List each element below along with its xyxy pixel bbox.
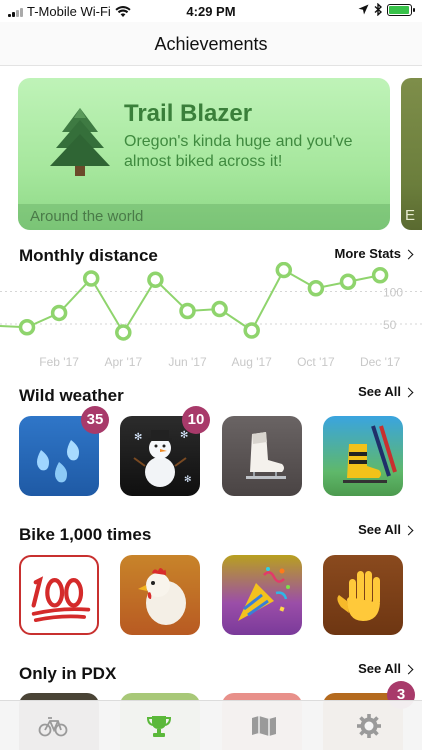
data-point <box>18 319 36 336</box>
svg-text:✻: ✻ <box>180 430 188 441</box>
ice-skate-icon <box>246 432 286 479</box>
tab-bar <box>0 700 422 750</box>
chicken-icon <box>138 568 186 625</box>
hero-title: Trail Blazer <box>124 100 253 127</box>
chevron-right-icon <box>403 525 414 535</box>
gear-icon <box>357 714 381 738</box>
pine-tree-icon <box>50 108 110 176</box>
hundred-points-icon <box>31 576 91 622</box>
bike-1000-title: Bike 1,000 times <box>19 525 152 544</box>
wild-weather-title: Wild weather <box>19 386 124 405</box>
x-tick-label: Aug '17 <box>232 355 273 369</box>
party-popper-tile[interactable] <box>222 555 302 635</box>
x-tick-label: Feb '17 <box>39 355 79 369</box>
hero-footer: Around the world <box>18 204 390 230</box>
see-all-label: See All <box>358 522 401 537</box>
hundred-points-tile[interactable] <box>19 555 99 635</box>
data-point <box>243 322 260 339</box>
chevron-right-icon <box>403 249 414 259</box>
hero-subtitle: Oregon's kinda huge and you've almost bi… <box>124 133 353 170</box>
chevron-right-icon <box>403 387 414 397</box>
status-bar: T-Mobile Wi-Fi 4:29 PM <box>0 0 422 22</box>
data-point <box>211 300 228 318</box>
tab-achievements[interactable] <box>143 711 175 741</box>
y-tick-label: 50 <box>383 318 397 332</box>
battery-icon <box>387 3 415 16</box>
see-all-label: See All <box>358 384 401 399</box>
data-point <box>371 267 389 284</box>
more-stats-label: More Stats <box>334 246 401 261</box>
x-tick-label: Oct '17 <box>297 355 335 369</box>
bluetooth-icon <box>374 3 382 16</box>
data-point <box>147 271 164 289</box>
data-point <box>275 262 293 279</box>
ski-boot-icon <box>343 425 397 483</box>
wild-weather-see-all[interactable]: See All <box>358 384 414 399</box>
bike-icon <box>38 717 68 737</box>
svg-text:✻: ✻ <box>184 474 192 484</box>
map-icon <box>252 716 276 736</box>
raised-hand-tile[interactable] <box>323 555 403 635</box>
x-tick-label: Apr '17 <box>104 355 142 369</box>
monthly-distance-chart: 100 50 Feb '17 Apr '17 Jun '17 Aug '17 Oct '17… <box>0 262 422 369</box>
badge-count: 10 <box>182 406 210 434</box>
party-popper-icon <box>238 567 290 621</box>
svg-text:✻: ✻ <box>134 432 142 443</box>
nav-bar: Achievements <box>0 22 422 66</box>
bike-1000-see-all[interactable]: See All <box>358 522 414 537</box>
badge-count: 35 <box>81 406 109 434</box>
hero-footer-label: Around the world <box>30 208 144 225</box>
raised-hand-icon <box>337 571 380 621</box>
page-title: Achievements <box>154 34 268 54</box>
data-point <box>179 302 196 320</box>
data-point <box>115 324 132 341</box>
next-card-label: E <box>405 207 416 224</box>
ice-skate-tile[interactable] <box>222 416 302 496</box>
location-arrow-icon <box>358 4 369 15</box>
tab-settings[interactable] <box>353 711 385 741</box>
data-point <box>307 280 325 297</box>
trophy-icon <box>146 716 172 737</box>
y-tick-label: 100 <box>383 286 403 300</box>
more-stats-link[interactable]: More Stats <box>334 246 414 261</box>
data-point <box>50 304 68 322</box>
chicken-tile[interactable] <box>120 555 200 635</box>
data-point <box>82 270 100 287</box>
status-right <box>358 3 415 16</box>
tab-rides[interactable] <box>37 711 69 741</box>
x-tick-label: Jun '17 <box>168 355 207 369</box>
next-achievement-card[interactable]: E <box>401 78 422 230</box>
data-point <box>339 273 357 290</box>
only-pdx-title: Only in PDX <box>19 664 117 683</box>
only-pdx-see-all[interactable]: See All <box>358 661 414 676</box>
see-all-label: See All <box>358 661 401 676</box>
tab-map[interactable] <box>248 711 280 741</box>
chevron-right-icon <box>403 664 414 674</box>
x-tick-label: Dec '17 <box>360 355 401 369</box>
hero-achievement-card[interactable]: Trail Blazer Oregon's kinda huge and you… <box>18 78 390 230</box>
series-line <box>0 268 381 335</box>
ski-boot-tile[interactable] <box>323 416 403 496</box>
